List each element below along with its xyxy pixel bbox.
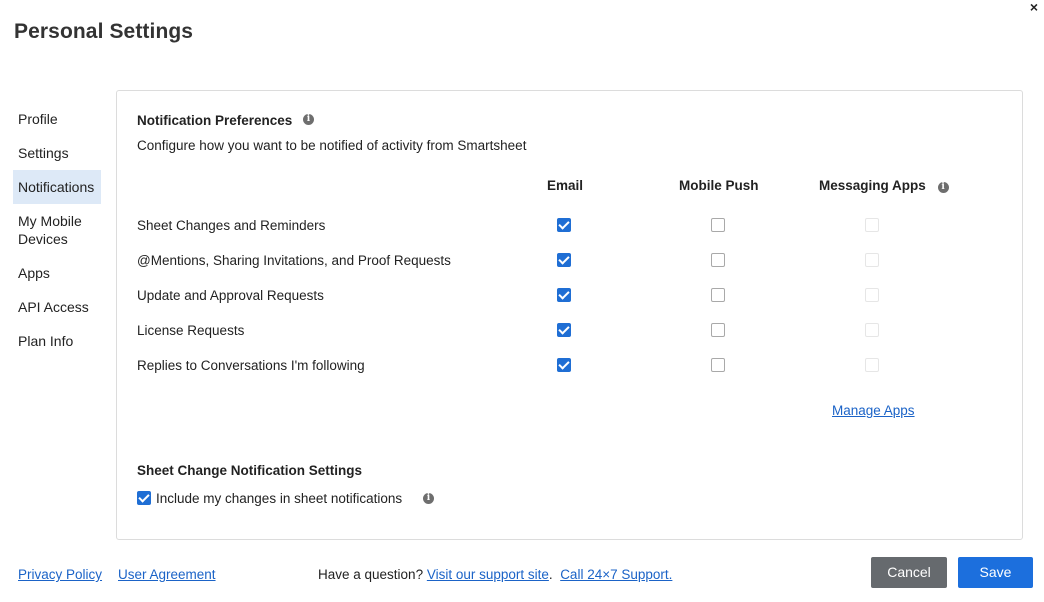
question-text: Have a question?	[318, 567, 424, 582]
cancel-button[interactable]: Cancel	[871, 557, 947, 588]
row-label: License Requests	[137, 323, 245, 338]
nav-item-apps[interactable]: Apps	[13, 256, 101, 290]
row-label: Sheet Changes and Reminders	[137, 218, 326, 233]
support-site-link[interactable]: Visit our support site	[427, 567, 549, 582]
messaging-apps-checkbox	[865, 358, 879, 372]
column-header-messaging-apps: Messaging Apps i	[819, 178, 949, 193]
mobile-push-checkbox[interactable]	[711, 323, 725, 337]
notification-preferences-heading: Notification Preferences i	[137, 113, 314, 128]
notification-preferences-label: Notification Preferences	[137, 113, 293, 128]
messaging-apps-label: Messaging Apps	[819, 178, 926, 193]
mobile-push-checkbox[interactable]	[711, 358, 725, 372]
sheet-change-heading: Sheet Change Notification Settings	[137, 463, 363, 478]
nav-item-settings[interactable]: Settings	[13, 136, 101, 170]
column-header-email: Email	[547, 178, 584, 193]
mobile-push-checkbox[interactable]	[711, 253, 725, 267]
save-button[interactable]: Save	[958, 557, 1033, 588]
row-label: @Mentions, Sharing Invitations, and Proo…	[137, 253, 451, 268]
nav-item-notifications[interactable]: Notifications	[13, 170, 101, 204]
email-checkbox[interactable]	[557, 358, 571, 372]
user-agreement-link[interactable]: User Agreement	[118, 567, 216, 582]
page-title: Personal Settings	[14, 20, 194, 43]
info-icon[interactable]: i	[303, 114, 314, 125]
row-label: Update and Approval Requests	[137, 288, 324, 303]
email-checkbox[interactable]	[557, 323, 571, 337]
column-header-mobile-push: Mobile Push	[679, 178, 759, 193]
manage-apps-link[interactable]: Manage Apps	[832, 403, 915, 418]
row-label: Replies to Conversations I'm following	[137, 358, 365, 373]
support-question: Have a question? Visit our support site.…	[318, 567, 673, 582]
email-checkbox[interactable]	[557, 218, 571, 232]
nav-item-profile[interactable]: Profile	[13, 102, 101, 136]
call-support-link[interactable]: Call 24×7 Support.	[560, 567, 672, 582]
info-icon[interactable]: i	[423, 493, 434, 504]
messaging-apps-checkbox	[865, 323, 879, 337]
nav-item-api-access[interactable]: API Access	[13, 290, 101, 324]
close-icon[interactable]: ×	[1027, 0, 1041, 14]
email-checkbox[interactable]	[557, 288, 571, 302]
notification-panel: Notification Preferences i Configure how…	[116, 90, 1023, 540]
nav-item-my-mobile-devices[interactable]: My Mobile Devices	[13, 204, 101, 256]
include-my-changes-checkbox[interactable]	[137, 491, 151, 505]
mobile-push-checkbox[interactable]	[711, 218, 725, 232]
messaging-apps-checkbox	[865, 288, 879, 302]
settings-nav: Profile Settings Notifications My Mobile…	[13, 102, 101, 358]
info-icon[interactable]: i	[937, 182, 949, 193]
mobile-push-checkbox[interactable]	[711, 288, 725, 302]
nav-item-plan-info[interactable]: Plan Info	[13, 324, 101, 358]
include-my-changes-label: Include my changes in sheet notification…	[156, 491, 403, 506]
notification-description: Configure how you want to be notified of…	[137, 138, 527, 153]
messaging-apps-checkbox	[865, 218, 879, 232]
email-checkbox[interactable]	[557, 253, 571, 267]
privacy-policy-link[interactable]: Privacy Policy	[18, 567, 102, 582]
messaging-apps-checkbox	[865, 253, 879, 267]
